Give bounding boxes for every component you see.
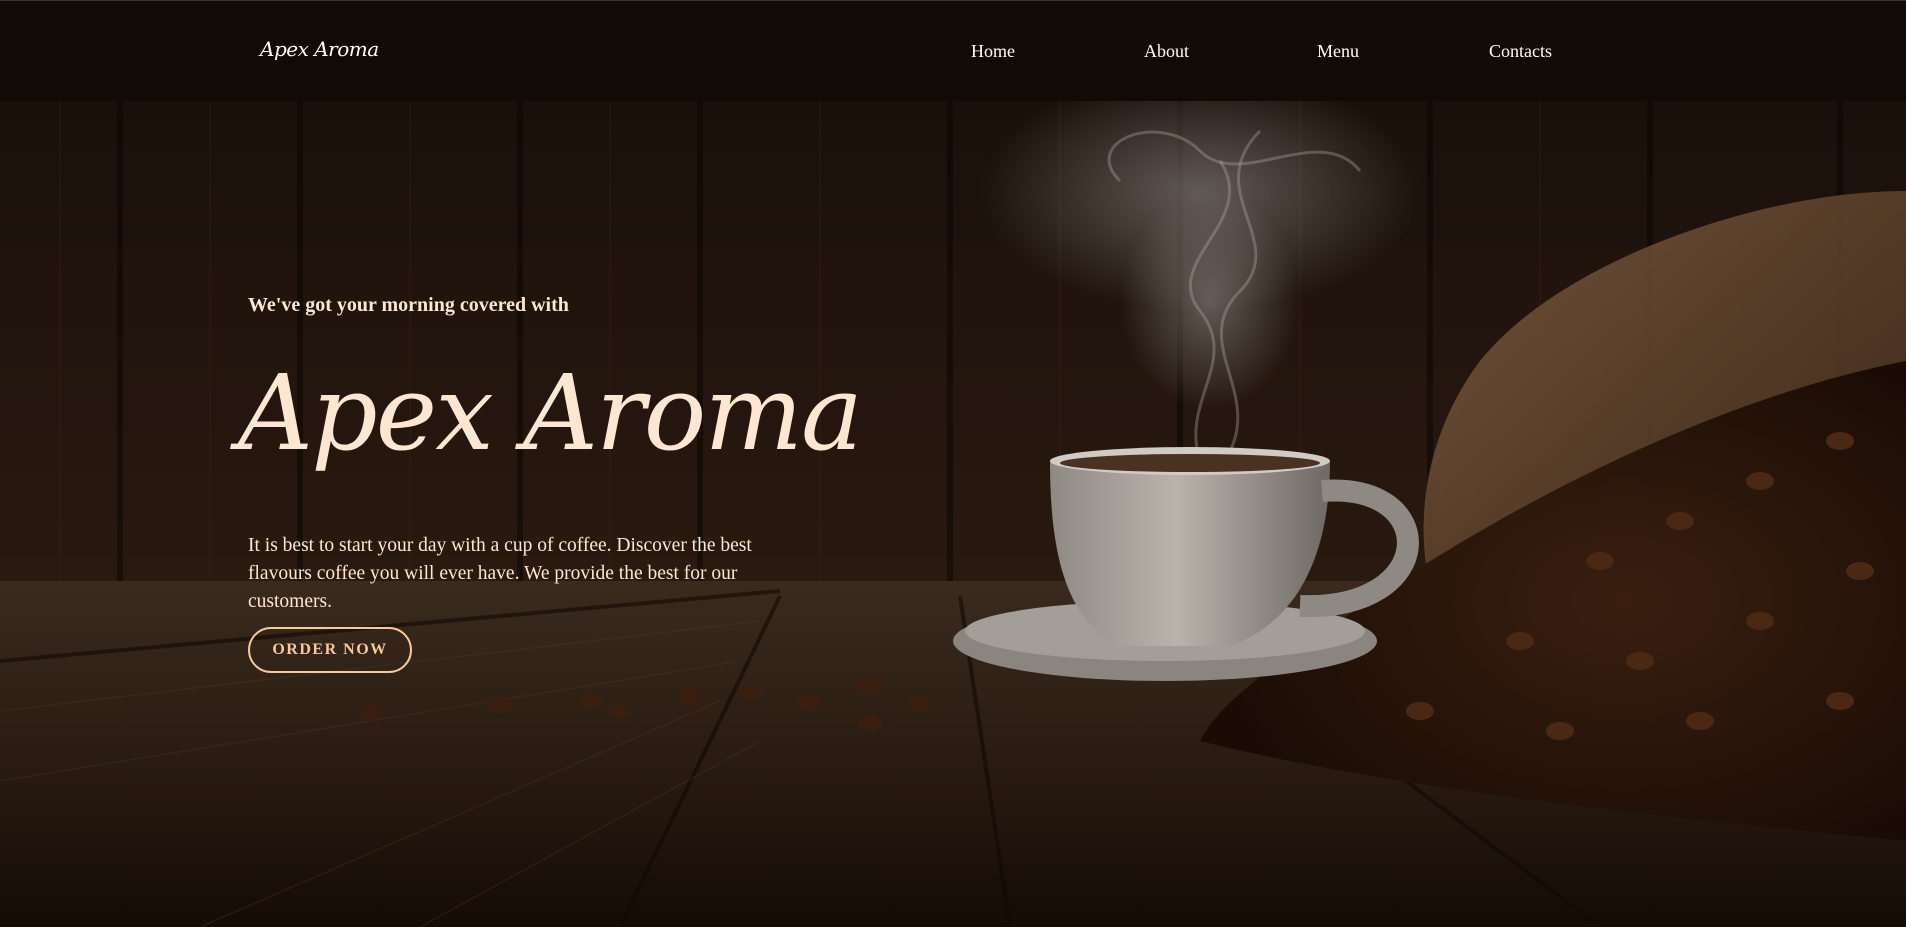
hero-background-image (0, 101, 1906, 927)
nav-link-about[interactable]: About (1144, 41, 1189, 62)
hero-description: It is best to start your day with a cup … (248, 535, 752, 612)
nav-link-menu[interactable]: Menu (1317, 41, 1359, 62)
order-now-button[interactable]: ORDER NOW (248, 627, 412, 673)
nav-link-contacts[interactable]: Contacts (1489, 41, 1552, 62)
hero-section: We've got your morning covered with Apex… (0, 101, 1906, 927)
hero-title: Apex Aroma (238, 352, 863, 474)
page: Apex Aroma Home About Menu Contacts We'v… (0, 0, 1906, 927)
logo[interactable]: Apex Aroma (260, 37, 379, 61)
hero-eyebrow: We've got your morning covered with (248, 294, 569, 316)
site-header: Apex Aroma Home About Menu Contacts (0, 0, 1906, 101)
nav-link-home[interactable]: Home (971, 41, 1015, 62)
